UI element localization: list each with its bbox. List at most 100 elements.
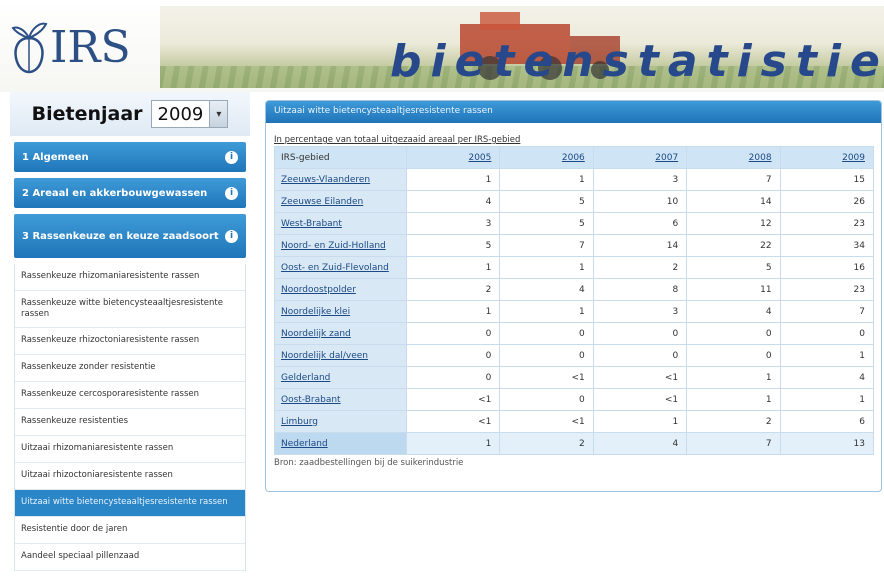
sidebar-item-rhizoctonia-rassenkeuze[interactable]: Rassenkeuze rhizoctoniaresistente rassen xyxy=(15,328,245,355)
table-cell: 7 xyxy=(499,234,594,257)
table-cell: <1 xyxy=(592,388,688,411)
source-note: Bron: zaadbestellingen bij de suikerindu… xyxy=(274,458,464,468)
sidebar-menu: 1 Algemeen i 2 Areaal en akkerbouwgewass… xyxy=(10,142,250,571)
data-table: IRS-gebied 2005 2006 2007 2008 2009 Zeeu… xyxy=(274,146,875,455)
section-label: 2 Areaal en akkerbouwgewassen xyxy=(22,187,208,199)
table-cell: 1 xyxy=(686,366,781,389)
table-cell: 12 xyxy=(686,212,781,235)
table-cell: 15 xyxy=(779,168,875,191)
table-cell: 5 xyxy=(405,234,501,257)
region-link[interactable]: Gelderland xyxy=(274,366,407,389)
table-body: Zeeuws-Vlaanderen 1 1 3 7 15 Zeeuwse Eilanden 4… xyxy=(274,168,875,455)
table-cell: 0 xyxy=(499,322,594,345)
table-row: Noordelijk dal/veen 0 0 0 0 1 xyxy=(274,344,875,367)
region-link[interactable]: Oost-Brabant xyxy=(274,388,407,411)
region-link[interactable]: Noordoostpolder xyxy=(274,278,407,301)
table-cell: 6 xyxy=(592,212,688,235)
region-link[interactable]: Noordelijk zand xyxy=(274,322,407,345)
table-cell: 26 xyxy=(779,190,875,213)
table-cell: 4 xyxy=(499,278,594,301)
table-cell: 1 xyxy=(499,256,594,279)
irs-logo[interactable]: IRS xyxy=(10,14,131,74)
column-header-year[interactable]: 2006 xyxy=(499,146,594,169)
section-submenu: Rassenkeuze rhizomaniaresistente rassen … xyxy=(14,264,246,571)
table-cell: 2 xyxy=(405,278,501,301)
column-header-year[interactable]: 2005 xyxy=(405,146,501,169)
table-cell: 0 xyxy=(499,344,594,367)
column-header-year[interactable]: 2009 xyxy=(779,146,875,169)
table-cell: 3 xyxy=(405,212,501,235)
table-cell: 1 xyxy=(405,432,501,455)
logo-text: IRS xyxy=(50,22,131,73)
table-cell: 5 xyxy=(686,256,781,279)
table-cell: 2 xyxy=(592,256,688,279)
table-cell: <1 xyxy=(405,410,501,433)
column-header-year[interactable]: 2008 xyxy=(686,146,781,169)
table-row: Zeeuwse Eilanden 4 5 10 14 26 xyxy=(274,190,875,213)
table-cell: 1 xyxy=(499,300,594,323)
region-link[interactable]: Noordelijke klei xyxy=(274,300,407,323)
panel-title: Uitzaai witte bietencysteaaltjesresisten… xyxy=(266,101,881,123)
column-header-year[interactable]: 2007 xyxy=(592,146,688,169)
table-row: Gelderland 0 <1 <1 1 4 xyxy=(274,366,875,389)
sidebar-item-uitzaai-bietencysteaaltjes[interactable]: Uitzaai witte bietencysteaaltjesresisten… xyxy=(15,490,245,517)
column-header-region: IRS-gebied xyxy=(274,146,407,169)
region-link[interactable]: Nederland xyxy=(274,432,407,455)
header: IRS bietenstatistiek xyxy=(0,0,884,92)
table-cell: 1 xyxy=(592,410,688,433)
table-cell: 4 xyxy=(686,300,781,323)
region-link[interactable]: Oost- en Zuid-Flevoland xyxy=(274,256,407,279)
table-header-row: IRS-gebied 2005 2006 2007 2008 2009 xyxy=(274,146,875,169)
table-cell: 4 xyxy=(405,190,501,213)
table-cell: 0 xyxy=(499,388,594,411)
table-cell: 4 xyxy=(592,432,688,455)
table-cell: <1 xyxy=(592,366,688,389)
table-row: Noordoostpolder 2 4 8 11 23 xyxy=(274,278,875,301)
section-algemeen[interactable]: 1 Algemeen i xyxy=(14,142,246,172)
region-link[interactable]: West-Brabant xyxy=(274,212,407,235)
year-dropdown[interactable]: 2009 ▾ xyxy=(150,100,229,128)
panel-body: In percentage van totaal uitgezaaid area… xyxy=(266,123,881,468)
sidebar-item-cercospora-rassenkeuze[interactable]: Rassenkeuze cercosporaresistente rassen xyxy=(15,382,245,409)
info-icon[interactable]: i xyxy=(225,186,238,200)
content-panel: Uitzaai witte bietencysteaaltjesresisten… xyxy=(265,100,882,492)
table-cell: 0 xyxy=(686,344,781,367)
table-cell: 0 xyxy=(405,344,501,367)
section-rassenkeuze[interactable]: 3 Rassenkeuze en keuze zaadsoort i xyxy=(14,214,246,258)
sidebar-item-zonder-resistentie[interactable]: Rassenkeuze zonder resistentie xyxy=(15,355,245,382)
table-cell: 13 xyxy=(779,432,875,455)
table-cell: 16 xyxy=(779,256,875,279)
beet-logo-icon xyxy=(11,22,48,74)
region-link[interactable]: Noordelijk dal/veen xyxy=(274,344,407,367)
table-row: Noordelijke klei 1 1 3 4 7 xyxy=(274,300,875,323)
dropdown-arrow-icon[interactable]: ▾ xyxy=(209,101,228,127)
table-cell: 5 xyxy=(499,190,594,213)
sidebar-item-resistentie-door-de-jaren[interactable]: Resistentie door de jaren xyxy=(15,517,245,544)
section-areaal[interactable]: 2 Areaal en akkerbouwgewassen i xyxy=(14,178,246,208)
table-cell: 7 xyxy=(686,432,781,455)
info-icon[interactable]: i xyxy=(225,229,238,243)
sidebar-item-rhizomania-rassenkeuze[interactable]: Rassenkeuze rhizomaniaresistente rassen xyxy=(15,264,245,291)
table-cell: 11 xyxy=(686,278,781,301)
sidebar-item-speciaal-pillenzaad[interactable]: Aandeel speciaal pillenzaad xyxy=(15,544,245,571)
table-cell: 3 xyxy=(592,300,688,323)
region-link[interactable]: Zeeuws-Vlaanderen xyxy=(274,168,407,191)
table-cell: 1 xyxy=(405,168,501,191)
header-banner: bietenstatistiek xyxy=(160,6,884,88)
info-icon[interactable]: i xyxy=(225,150,238,164)
region-link[interactable]: Zeeuwse Eilanden xyxy=(274,190,407,213)
region-link[interactable]: Limburg xyxy=(274,410,407,433)
table-cell: <1 xyxy=(405,388,501,411)
table-cell: <1 xyxy=(499,366,594,389)
table-cell: 0 xyxy=(592,322,688,345)
table-cell: 1 xyxy=(779,388,875,411)
site-title: bietenstatistiek xyxy=(390,36,884,87)
sidebar-item-bietencysteaaltjes-rassenkeuze[interactable]: Rassenkeuze witte bietencysteaaltjesresi… xyxy=(15,291,245,328)
sidebar-item-uitzaai-rhizoctonia[interactable]: Uitzaai rhizoctoniaresistente rassen xyxy=(15,463,245,490)
table-cell: <1 xyxy=(499,410,594,433)
sidebar-item-resistenties[interactable]: Rassenkeuze resistenties xyxy=(15,409,245,436)
sidebar-item-uitzaai-rhizomania[interactable]: Uitzaai rhizomaniaresistente rassen xyxy=(15,436,245,463)
table-cell: 0 xyxy=(779,322,875,345)
table-row: Noord- en Zuid-Holland 5 7 14 22 34 xyxy=(274,234,875,257)
region-link[interactable]: Noord- en Zuid-Holland xyxy=(274,234,407,257)
